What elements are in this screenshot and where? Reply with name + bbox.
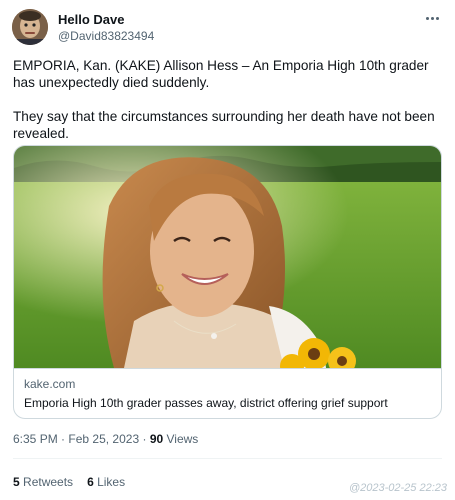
card-image[interactable] (14, 146, 441, 368)
likes-count: 6 (87, 475, 94, 489)
user-avatar-icon (12, 9, 48, 45)
card-domain: kake.com (24, 377, 76, 391)
retweets-stat[interactable]: 5 Retweets (13, 475, 73, 489)
photo-smiling-girl-in-field (14, 146, 441, 368)
more-horizontal-icon (425, 16, 429, 20)
tweet-date[interactable]: Feb 25, 2023 (68, 432, 139, 446)
meta-separator: · (142, 432, 147, 446)
tweet-meta: 6:35 PM · Feb 25, 2023 · 90 Views (13, 432, 198, 446)
tweet-text: EMPORIA, Kan. (KAKE) Allison Hess – An E… (13, 57, 438, 142)
likes-stat[interactable]: 6 Likes (87, 475, 125, 489)
author-display-name[interactable]: Hello Dave (58, 12, 124, 27)
divider (13, 458, 442, 459)
views-count: 90 (149, 432, 164, 446)
tweet-paragraph: They say that the circumstances surround… (13, 109, 435, 141)
more-options-button[interactable] (422, 10, 442, 26)
card-title: Emporia High 10th grader passes away, di… (24, 396, 388, 410)
tweet-paragraph: EMPORIA, Kan. (KAKE) Allison Hess – An E… (13, 58, 429, 90)
meta-separator: · (61, 432, 66, 446)
retweets-count: 5 (13, 475, 20, 489)
views-label: Views (166, 432, 199, 446)
more-dot (430, 16, 434, 20)
tweet-time[interactable]: 6:35 PM (13, 432, 58, 446)
link-card[interactable]: kake.com Emporia High 10th grader passes… (13, 145, 442, 419)
author-handle[interactable]: @David83823494 (58, 29, 154, 43)
likes-label: Likes (97, 475, 126, 489)
timestamp-watermark: @2023-02-25 22:23 (348, 482, 447, 494)
more-dot (435, 16, 439, 20)
author-avatar[interactable] (12, 9, 48, 45)
card-footer[interactable]: kake.com Emporia High 10th grader passes… (14, 368, 441, 418)
retweets-label: Retweets (23, 475, 74, 489)
tweet: Hello Dave @David83823494 EMPORIA, Kan. … (0, 0, 455, 500)
tweet-stats: 5 Retweets 6 Likes (13, 475, 125, 489)
